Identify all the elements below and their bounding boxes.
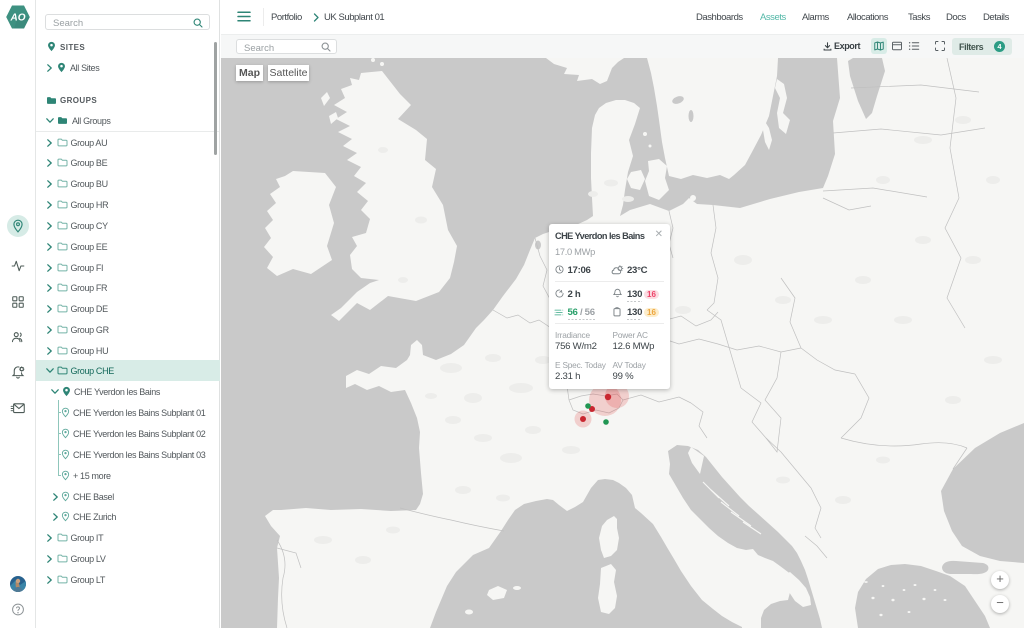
- svg-text:AO: AO: [9, 13, 25, 24]
